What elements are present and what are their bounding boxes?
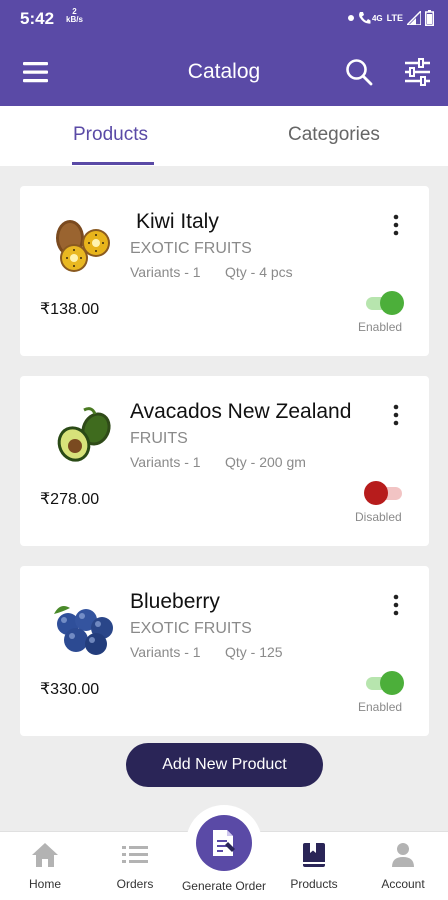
product-status-toggle[interactable]: [366, 670, 406, 696]
signal-icon: [407, 11, 421, 25]
product-category: EXOTIC FRUITS: [130, 240, 252, 257]
product-name: Blueberry: [130, 590, 220, 613]
filter-button[interactable]: [403, 57, 433, 87]
product-options-button[interactable]: [386, 594, 406, 616]
tab-products[interactable]: Products: [73, 124, 148, 146]
product-status-toggle[interactable]: [364, 480, 406, 506]
tab-categories[interactable]: Categories: [288, 124, 380, 146]
page-title: Catalog: [187, 60, 261, 83]
product-price: ₹278.00: [40, 491, 100, 508]
avocado-image: [57, 407, 111, 462]
product-category: FRUITS: [130, 430, 188, 447]
nav-orders-label: Orders: [116, 877, 154, 891]
network-type-label: 4G: [371, 13, 383, 23]
status-icons: 4G LTE: [347, 10, 434, 26]
more-vertical-icon: [393, 594, 399, 616]
product-options-button[interactable]: [386, 214, 406, 236]
nav-generate-order-label: Generate Order: [181, 879, 267, 893]
home-icon: [32, 843, 58, 867]
search-button[interactable]: [344, 57, 374, 87]
net-speed-indicator: 2 kB/s: [66, 8, 83, 24]
lte-label: LTE: [386, 13, 403, 23]
product-qty: Qty - 125: [225, 644, 283, 660]
generate-order-icon: [213, 830, 235, 856]
add-new-product-button[interactable]: Add New Product: [126, 743, 323, 787]
product-card-blueberry[interactable]: Blueberry EXOTIC FRUITS Variants - 1 Qty…: [20, 566, 429, 736]
products-bookmark-icon: [303, 843, 325, 867]
generate-order-button[interactable]: [196, 815, 252, 871]
app-bar: Catalog: [0, 38, 448, 106]
product-qty: Qty - 200 gm: [225, 454, 306, 470]
nav-products-label: Products: [290, 877, 338, 891]
product-card-kiwi[interactable]: Kiwi Italy EXOTIC FRUITS Variants - 1 Qt…: [20, 186, 429, 356]
product-status-label: Enabled: [358, 320, 403, 334]
nav-home-label: Home: [28, 877, 61, 891]
account-person-icon: [392, 843, 414, 867]
product-status-label: Enabled: [358, 700, 403, 714]
nav-products[interactable]: Products: [269, 842, 359, 891]
tab-bar: Products Categories: [0, 106, 448, 166]
call-icon: [359, 12, 371, 24]
product-card-avocado[interactable]: Avacados New Zealand FRUITS Variants - 1…: [20, 376, 429, 546]
filter-sliders-icon: [405, 58, 430, 86]
product-variants: Variants - 1: [130, 644, 201, 660]
product-variants: Variants - 1: [130, 264, 201, 280]
product-price: ₹330.00: [40, 681, 100, 698]
product-variants: Variants - 1: [130, 454, 201, 470]
nav-account-label: Account: [381, 877, 425, 891]
kiwi-image: [56, 220, 110, 272]
dot-icon: [347, 15, 354, 21]
blueberry-image: [54, 606, 113, 655]
more-vertical-icon: [393, 214, 399, 236]
product-options-button[interactable]: [386, 404, 406, 426]
status-time: 5:42: [20, 9, 55, 28]
nav-account[interactable]: Account: [358, 842, 448, 891]
active-tab-indicator: [72, 162, 154, 165]
net-speed-unit: kB/s: [66, 15, 83, 24]
product-name: Avacados New Zealand: [130, 400, 352, 423]
product-qty: Qty - 4 pcs: [225, 264, 293, 280]
product-price: ₹138.00: [40, 301, 100, 318]
generate-order-fab-container: [186, 805, 262, 881]
orders-list-icon: [122, 846, 148, 863]
search-icon: [346, 59, 373, 86]
product-name: Kiwi Italy: [136, 210, 219, 233]
product-status-label: Disabled: [355, 510, 402, 524]
product-category: EXOTIC FRUITS: [130, 620, 252, 637]
more-vertical-icon: [393, 404, 399, 426]
nav-home[interactable]: Home: [0, 842, 90, 891]
product-status-toggle[interactable]: [366, 290, 406, 316]
battery-icon: [425, 10, 434, 26]
nav-orders[interactable]: Orders: [90, 842, 180, 891]
status-bar: 5:42 2 kB/s 4G LTE: [0, 0, 448, 38]
